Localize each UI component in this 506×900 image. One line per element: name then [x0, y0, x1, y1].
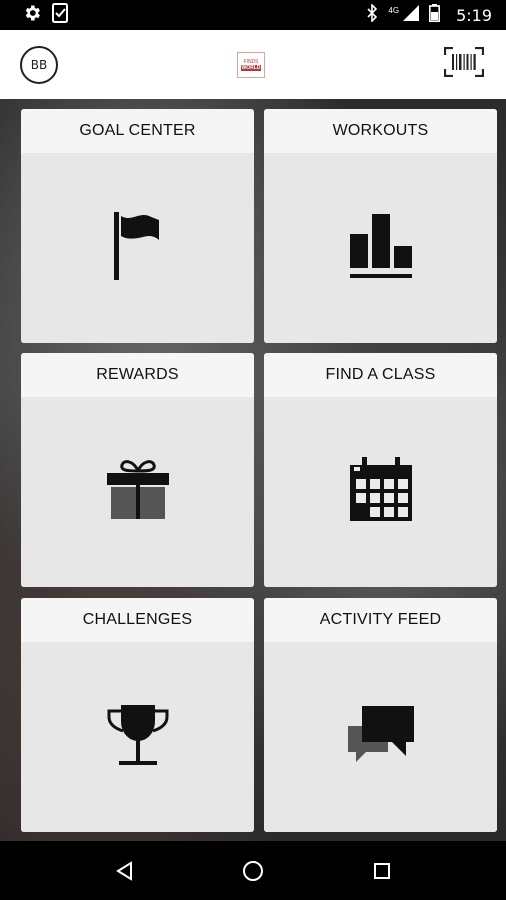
- signal-icon: [403, 4, 420, 26]
- trophy-icon: [105, 703, 171, 772]
- nav-bar: [0, 841, 506, 900]
- status-left: [22, 2, 70, 28]
- logo-line-2: WORLD: [240, 64, 262, 71]
- tile-rewards[interactable]: REWARDS: [21, 353, 254, 587]
- tile-find-a-class[interactable]: FIND A CLASS: [264, 353, 497, 587]
- tile-body: [264, 642, 497, 832]
- tile-label: ACTIVITY FEED: [264, 598, 497, 642]
- bluetooth-icon: [366, 2, 378, 27]
- tile-goal-center[interactable]: GOAL CENTER: [21, 109, 254, 343]
- home-icon[interactable]: [233, 851, 273, 891]
- tile-body: [264, 153, 497, 343]
- tile-body: [21, 397, 254, 587]
- app-bar: BB FINDS WORLD: [0, 30, 506, 99]
- status-bar: 4G 5:19: [0, 0, 506, 30]
- tile-label: WORKOUTS: [264, 109, 497, 153]
- tile-challenges[interactable]: CHALLENGES: [21, 598, 254, 832]
- tile-body: [21, 642, 254, 832]
- calendar-icon: [348, 456, 414, 528]
- tile-body: [21, 153, 254, 343]
- tile-label: FIND A CLASS: [264, 353, 497, 397]
- bar-chart-icon: [348, 212, 414, 285]
- tile-label: CHALLENGES: [21, 598, 254, 642]
- clipboard-check-icon: [52, 2, 70, 28]
- settings-icon: [22, 3, 42, 28]
- tile-label: REWARDS: [21, 353, 254, 397]
- tile-body: [264, 397, 497, 587]
- battery-icon: [429, 3, 441, 27]
- chat-bubbles-icon: [346, 704, 416, 771]
- avatar[interactable]: BB: [20, 45, 58, 84]
- tile-label: GOAL CENTER: [21, 109, 254, 153]
- tile-workouts[interactable]: WORKOUTS: [264, 109, 497, 343]
- tile-activity-feed[interactable]: ACTIVITY FEED: [264, 598, 497, 832]
- logo-icon: FINDS WORLD: [237, 51, 265, 78]
- flag-icon: [112, 211, 164, 285]
- back-icon[interactable]: [104, 851, 144, 891]
- status-time: 5:19: [456, 5, 492, 25]
- barcode-scanner-icon[interactable]: [443, 46, 485, 82]
- gift-icon: [105, 459, 171, 526]
- network-type: 4G: [388, 5, 400, 15]
- status-right: 4G 5:19: [366, 2, 492, 27]
- recents-icon[interactable]: [362, 851, 402, 891]
